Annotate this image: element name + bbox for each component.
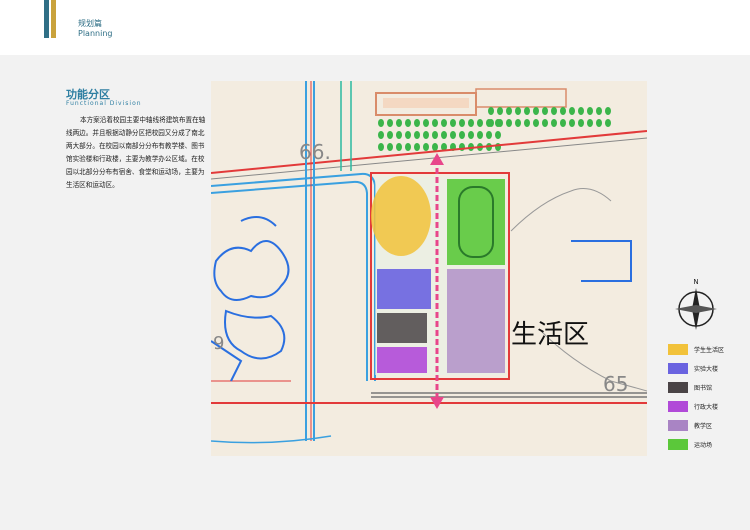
legend-label: 学生生活区 (694, 347, 725, 354)
tree-dot (578, 119, 584, 127)
tree-dot (423, 143, 429, 151)
tree-dot (468, 119, 474, 127)
zone-sports-field (447, 179, 505, 265)
tree-dot (515, 119, 521, 127)
contour-label-1: 66. (299, 140, 331, 164)
contour-label-3: 9 (213, 333, 224, 354)
tree-dot (477, 119, 483, 127)
zone-label: 生活区 (511, 320, 589, 350)
tree-dot (405, 119, 411, 127)
tree-dot (378, 131, 384, 139)
legend-item: 运动场 (668, 438, 748, 452)
zone-lab-building (377, 269, 431, 309)
tree-dot (396, 119, 402, 127)
tree-dot (387, 143, 393, 151)
tree-dot (542, 119, 548, 127)
legend-swatch (668, 344, 688, 355)
tree-dot (432, 131, 438, 139)
legend-label: 实验大楼 (694, 366, 719, 373)
tree-dot (441, 131, 447, 139)
tree-dot (587, 119, 593, 127)
legend-label: 运动场 (694, 442, 713, 449)
legend-item: 学生生活区 (668, 343, 748, 357)
page-header: 规划篇 Planning (0, 0, 750, 55)
tree-dot (560, 107, 566, 115)
tree-dot (414, 119, 420, 127)
tree-dot (497, 107, 503, 115)
header-title-en: Planning (78, 29, 113, 38)
header-accent-bar-gold (51, 0, 56, 38)
contour-label-2: 65 (603, 372, 628, 396)
tree-dot (459, 119, 465, 127)
tree-dot (596, 107, 602, 115)
legend-item: 教学区 (668, 419, 748, 433)
tree-dot (441, 119, 447, 127)
tree-dot (524, 119, 530, 127)
tree-dot (432, 143, 438, 151)
tree-dot (414, 131, 420, 139)
tree-dot (551, 107, 557, 115)
legend-swatch (668, 382, 688, 393)
tree-dot (560, 119, 566, 127)
tree-dot (569, 107, 575, 115)
tree-dot (396, 143, 402, 151)
tree-dot (432, 119, 438, 127)
legend-swatch (668, 401, 688, 412)
tree-dot (569, 119, 575, 127)
tree-dot (551, 119, 557, 127)
tree-dot (596, 119, 602, 127)
tree-dot (497, 119, 503, 127)
tree-dot (488, 119, 494, 127)
tree-dot (506, 107, 512, 115)
tree-dot (488, 107, 494, 115)
tree-dot (533, 107, 539, 115)
tree-dot (459, 131, 465, 139)
tree-dot (396, 131, 402, 139)
tree-dot (450, 119, 456, 127)
tree-dot (387, 119, 393, 127)
tree-dot (423, 131, 429, 139)
tree-dot (450, 131, 456, 139)
tree-dot (477, 131, 483, 139)
legend-label: 行政大楼 (694, 404, 719, 411)
tree-dot (515, 107, 521, 115)
zone-teaching (447, 269, 505, 373)
tree-dot (378, 119, 384, 127)
tree-dot (468, 131, 474, 139)
section-subtitle: Functional Division (66, 100, 142, 107)
zone-library (377, 313, 427, 343)
site-plan-map: 生活区 66. 65 9 (211, 81, 647, 456)
legend-item: 实验大楼 (668, 362, 748, 376)
tree-dot (605, 119, 611, 127)
tree-dot (542, 107, 548, 115)
zone-admin-building (377, 347, 427, 373)
tree-dot (378, 143, 384, 151)
tree-dot (587, 107, 593, 115)
tree-dot (578, 107, 584, 115)
legend-item: 行政大楼 (668, 400, 748, 414)
legend-item: 图书馆 (668, 381, 748, 395)
tree-dot (605, 107, 611, 115)
tree-dot (533, 119, 539, 127)
zone-student-living (371, 176, 431, 256)
tree-dot (405, 131, 411, 139)
compass-icon: N (675, 278, 717, 330)
legend-swatch (668, 439, 688, 450)
header-accent-bar-blue (44, 0, 49, 38)
legend-label: 教学区 (694, 423, 713, 430)
legend-label: 图书馆 (694, 385, 713, 392)
tree-dot (506, 119, 512, 127)
tree-dot (387, 131, 393, 139)
tree-dot (405, 143, 411, 151)
compass-north-label: N (693, 278, 698, 286)
header-title-cn: 规划篇 (78, 19, 102, 28)
section-body: 本方案沿着校园主要中轴线将建筑布置在轴线两边。并且根据动静分区把校园又分成了南北… (66, 116, 206, 189)
tree-dot (524, 107, 530, 115)
tree-dot (486, 131, 492, 139)
tree-dot (414, 143, 420, 151)
tree-dot (423, 119, 429, 127)
legend-swatch (668, 420, 688, 431)
legend-swatch (668, 363, 688, 374)
tree-dot (495, 131, 501, 139)
